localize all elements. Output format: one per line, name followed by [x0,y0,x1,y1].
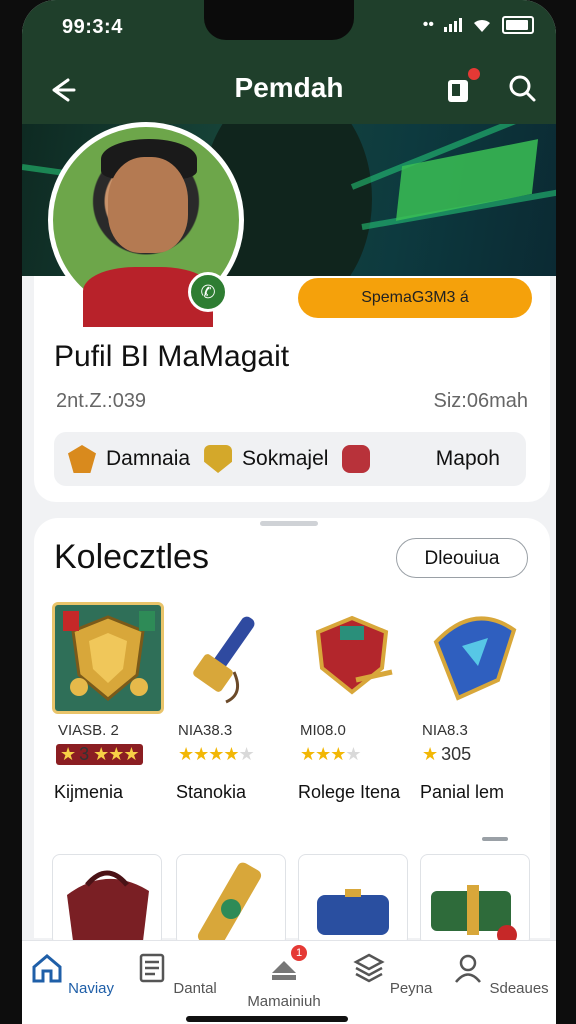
item-code: VIASB. 2 [58,722,119,739]
phone-icon[interactable]: ✆ [188,272,228,312]
inventory-tile[interactable] [420,854,530,946]
collections-title: Kolecztles [54,538,209,576]
shield-icon [204,445,233,473]
inventory-tile[interactable] [176,854,286,946]
item-label: Stanokia [176,782,247,802]
home-icon [32,954,62,983]
item-art [52,602,164,714]
nav-label: Sdeaues [489,980,549,997]
crest-icon [68,445,96,473]
treasure-icon [431,885,517,945]
inventory-tile[interactable] [52,854,162,946]
nav-sdeaues[interactable]: Sdeaues [450,951,550,997]
avatar-face [108,157,188,253]
home-indicator [186,1016,348,1022]
item-code: NIA38.3 [178,722,233,739]
item-art [296,602,408,714]
status-time: 99:3:4 [62,16,123,38]
notification-dot [468,68,480,80]
wifi-icon [474,19,490,32]
item-rating: ★ 3 ★★★ [56,744,143,765]
inventory-tile[interactable] [298,854,408,946]
nav-badge: 1 [291,945,307,961]
drag-handle[interactable] [260,521,318,526]
scroll-indicator [482,837,508,841]
hammer-icon [193,616,255,704]
nav-label: Dantal [173,980,217,997]
item-rating: ★★★★★ [178,744,255,764]
item-rating: ★★★★ [300,744,362,764]
collection-item[interactable]: VIASB. 2 ★ 3 ★★★ Kijmenia [52,602,170,802]
blue-shield-icon [433,616,517,701]
tag-mapoh[interactable]: Mapoh [436,447,500,471]
profile-meta-right: Siz:06mah [433,390,529,412]
item-score: 305 [441,744,472,764]
dots-icon: •• [422,16,434,33]
item-score: 3 [79,744,90,764]
cart-button[interactable] [440,68,480,106]
user-icon [455,954,482,983]
status-badge[interactable]: SpemaG3M3 á [298,278,532,318]
nav-label: Peyna [389,980,433,997]
nav-home[interactable]: Naviay [22,951,122,997]
phone-frame: 99:3:4 •• Pemdah ✆ SpemaG3M3 á Pufil BI … [0,0,576,1024]
tag-label: Sokmajel [242,447,329,470]
tag-sokmajel[interactable]: Sokmajel [204,445,328,473]
document-icon [139,953,165,983]
scroll-icon [197,862,262,945]
nav-label: Mamainiuh [247,993,321,1010]
item-label: Panial lem [420,782,505,802]
item-code: NIA8.3 [422,722,468,739]
upload-button-icon: 1 [267,945,307,985]
collection-item[interactable]: MI08.0 ★★★★ Rolege Itena [296,602,414,802]
item-label: Kijmenia [54,782,124,802]
battery-icon [502,16,534,34]
tag-damnaia[interactable]: Damnaia [68,445,190,473]
crest-icon [315,615,393,695]
item-code: MI08.0 [300,722,346,739]
nav-mamainiuh[interactable]: 1 Mamainiuh [234,945,334,1010]
system-icons: •• [423,16,534,34]
bottom-navigation: Naviay Dantal 1 Mamainiuh Peyna Sdeaues [22,940,556,1024]
profile-name: Pufil BI MaMagait [54,340,290,373]
app-screen: 99:3:4 •• Pemdah ✆ SpemaG3M3 á Pufil BI … [22,0,556,1024]
layers-icon [353,953,385,983]
profile-meta-left: 2nt.Z.:039 [56,390,147,412]
tag-gem[interactable] [342,445,371,473]
nav-dantal[interactable]: Dantal [126,951,226,997]
item-label: Rolege Itena [298,782,401,802]
gem-icon [342,445,371,473]
item-rating: ★ 305 [422,744,472,764]
collection-item[interactable]: NIA38.3 ★★★★★ Stanokia [174,602,292,802]
signal-icon [444,18,462,32]
camera-notch [204,0,354,40]
chest-icon [317,889,389,935]
collections-filter-button[interactable]: Dleouiua [396,538,528,578]
collection-item[interactable]: NIA8.3 ★ 305 Panial lem [418,602,536,802]
tag-label: Damnaia [106,447,191,470]
profile-tags: Damnaia Sokmajel Mapoh [54,432,526,486]
search-icon[interactable] [504,70,540,106]
nav-peyna[interactable]: Peyna [342,951,442,997]
nav-label: Naviay [68,980,115,997]
item-art [174,602,286,714]
item-art [418,602,530,714]
golden-shield-icon [63,611,155,701]
bag-icon [67,870,149,941]
